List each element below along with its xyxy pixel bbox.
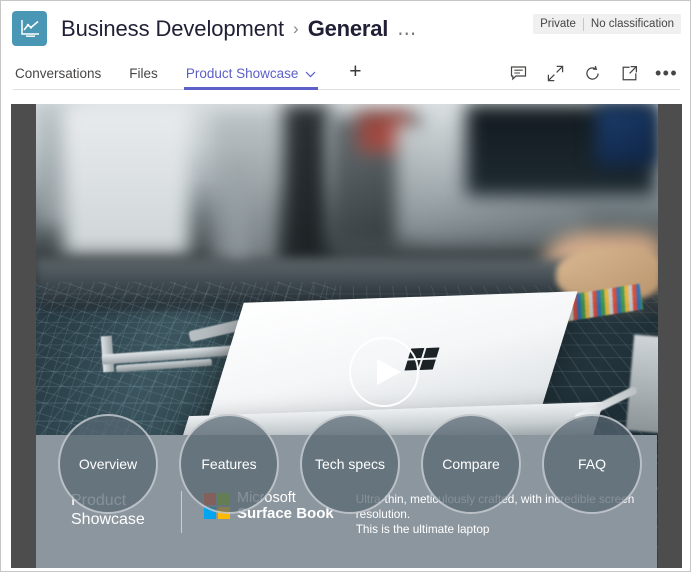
nav-circle-label: Tech specs [315,456,385,472]
tab-strip: Conversations Files Product Showcase + •… [1,56,690,90]
breadcrumb-separator-icon: › [293,19,299,39]
tab-conversation-icon[interactable] [509,64,528,83]
nav-circle-label: Features [201,456,256,472]
tab-conversations[interactable]: Conversations [13,56,103,90]
add-tab-button[interactable]: + [342,54,368,90]
tab-product-showcase[interactable]: Product Showcase [184,56,319,90]
photo-shape [64,104,189,254]
chevron-down-icon[interactable] [305,66,316,81]
nav-circle-overview[interactable]: Overview [58,414,158,514]
tab-conversations-label: Conversations [15,66,101,81]
expand-icon[interactable] [546,64,565,83]
team-avatar[interactable] [12,11,47,46]
teams-window: Business Development › General ⋯ Private… [0,0,691,572]
nav-circle-features[interactable]: Features [179,414,279,514]
refresh-icon[interactable] [583,64,602,83]
tab-files-label: Files [129,66,158,81]
banner-divider [181,491,182,533]
play-icon [377,359,401,385]
product-tagline-line2: This is the ultimate laptop [356,522,637,537]
badge-divider [583,18,584,31]
channel-header: Business Development › General ⋯ Private… [1,1,690,56]
open-in-new-window-icon[interactable] [620,64,639,83]
nav-circle-compare[interactable]: Compare [421,414,521,514]
tab-actions: ••• [509,56,680,90]
chart-graph-icon [19,18,41,39]
breadcrumb-team-name[interactable]: Business Development [61,16,284,42]
showcase-stage: Product Showcase Microsoft Surface Book [11,104,682,568]
nav-circle-tech-specs[interactable]: Tech specs [300,414,400,514]
nav-circle-label: Compare [442,456,500,472]
privacy-label: Private [540,18,576,30]
tab-product-showcase-label: Product Showcase [186,66,299,81]
breadcrumb: Business Development › General ⋯ [61,16,417,42]
photo-shape [211,112,279,262]
nav-circle-faq[interactable]: FAQ [542,414,642,514]
nav-circle-label: FAQ [578,456,606,472]
breadcrumb-channel-name[interactable]: General [308,16,389,42]
brand-title-line2: Showcase [71,510,181,529]
nav-circle-label: Overview [79,456,137,472]
channel-more-options-icon[interactable]: ⋯ [397,30,417,40]
play-button[interactable] [349,337,419,407]
more-options-icon[interactable]: ••• [657,64,676,83]
classification-badge: Private No classification [533,14,681,34]
classification-label: No classification [591,18,674,30]
tab-files[interactable]: Files [127,56,160,90]
photo-shape [283,104,329,262]
photo-shape [596,104,658,166]
